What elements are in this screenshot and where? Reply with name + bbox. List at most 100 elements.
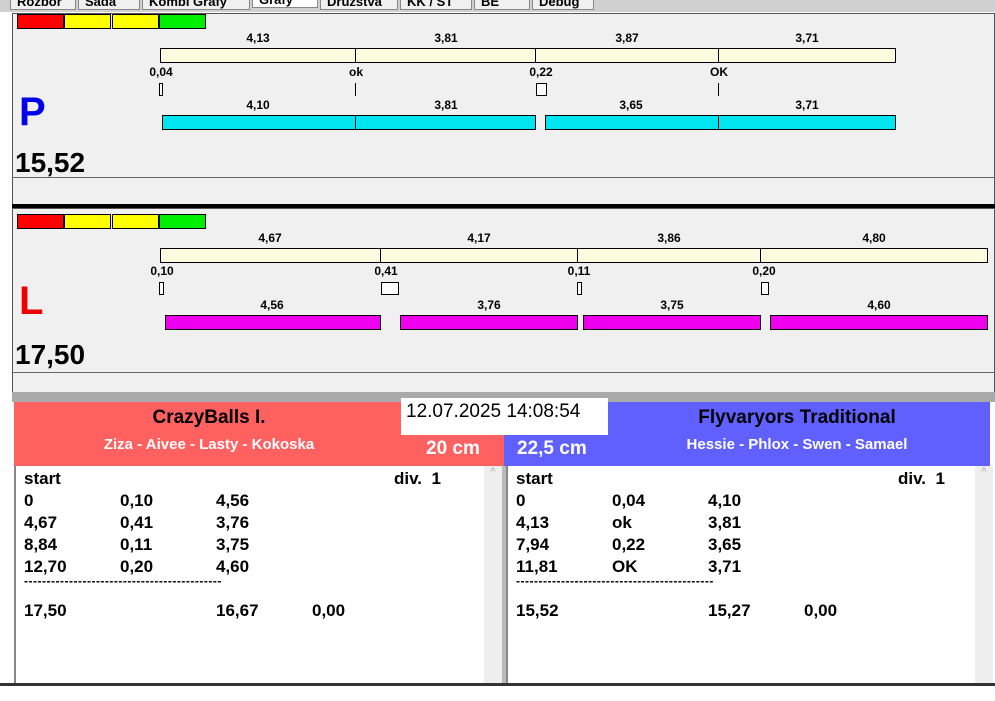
division: div. 1 bbox=[394, 469, 441, 488]
total: 17,50 bbox=[24, 601, 67, 620]
signal-green bbox=[159, 14, 206, 29]
top-segment bbox=[535, 48, 719, 63]
bottom-segment bbox=[165, 315, 381, 330]
bottom-segment bbox=[545, 115, 719, 130]
cell: 0,04 bbox=[612, 491, 646, 510]
p-panel: 4,13 3,81 3,87 3,71 0,04 ok 0,22 OK P 4,… bbox=[12, 13, 995, 205]
bottom-segment bbox=[770, 315, 988, 330]
tab-rozbor[interactable]: Rozbor bbox=[10, 0, 76, 10]
bottom-value: 3,81 bbox=[434, 98, 458, 112]
top-value: 4,80 bbox=[862, 231, 886, 245]
total: 16,67 bbox=[216, 601, 259, 620]
total: 15,27 bbox=[708, 601, 751, 620]
divider bbox=[13, 372, 995, 373]
gap-box bbox=[577, 282, 582, 295]
mid-value: 0,04 bbox=[149, 65, 173, 79]
gap-box bbox=[761, 282, 769, 295]
team-name: CrazyBalls I. bbox=[152, 407, 266, 428]
bottom-segment bbox=[583, 315, 761, 330]
signal-yellow bbox=[64, 214, 111, 229]
bottom-value: 4,60 bbox=[867, 298, 891, 312]
cell: 0 bbox=[516, 491, 526, 510]
right-team-log[interactable]: start div. 1 0 0,04 4,10 4,13 ok 3,81 7,94 0,… bbox=[506, 466, 993, 684]
total-score: 17,50 bbox=[15, 339, 86, 370]
separator: ----------------------------------------… bbox=[516, 574, 714, 588]
cell: 8,84 bbox=[24, 535, 58, 554]
tab-debug[interactable]: Debug bbox=[532, 0, 594, 10]
bottom-value: 3,65 bbox=[619, 98, 643, 112]
cell: 4,13 bbox=[516, 513, 550, 532]
tab-kombi-grafy[interactable]: Kombi Grafy bbox=[142, 0, 250, 10]
cell: 0,41 bbox=[120, 513, 154, 532]
cell: 3,65 bbox=[708, 535, 742, 554]
top-value: 4,17 bbox=[467, 231, 491, 245]
gap-box bbox=[381, 282, 399, 295]
total: 15,52 bbox=[516, 601, 559, 620]
signal-green bbox=[159, 214, 206, 229]
cell: 4,10 bbox=[708, 491, 742, 510]
total-score: 15,52 bbox=[15, 147, 86, 178]
cell: 3,75 bbox=[216, 535, 250, 554]
bottom-value: 4,10 bbox=[246, 98, 270, 112]
signal-yellow bbox=[112, 214, 159, 229]
tab-kk-st[interactable]: KK / ST bbox=[400, 0, 472, 10]
gap-box bbox=[536, 83, 547, 96]
mid-value: 0,20 bbox=[752, 264, 776, 278]
scrollbar[interactable]: ^ bbox=[484, 466, 502, 684]
team-players: Ziza - Aivee - Lasty - Kokoska bbox=[103, 436, 315, 453]
bottom-border bbox=[0, 683, 995, 686]
gap-tick bbox=[718, 83, 719, 96]
tab-druzstva[interactable]: Družstva bbox=[320, 0, 398, 10]
mid-value: OK bbox=[710, 65, 728, 79]
separator: ----------------------------------------… bbox=[24, 574, 222, 588]
left-team-log[interactable]: start div. 1 0 0,10 4,56 4,67 0,41 3,76 8,84… bbox=[14, 466, 502, 684]
player-letter: P bbox=[19, 90, 46, 134]
team-distance: 20 cm bbox=[426, 438, 480, 459]
cell: 4,67 bbox=[24, 513, 58, 532]
cell: 0,11 bbox=[120, 535, 153, 554]
bottom-value: 3,71 bbox=[795, 98, 819, 112]
bottom-value: 3,75 bbox=[660, 298, 684, 312]
log-header: start bbox=[516, 469, 553, 488]
top-value: 4,67 bbox=[258, 231, 282, 245]
gap-tick bbox=[355, 83, 356, 96]
mid-value: 0,11 bbox=[567, 264, 591, 278]
mid-value: 0,10 bbox=[150, 264, 174, 278]
scrollbar[interactable]: ^ bbox=[975, 466, 993, 684]
tab-be[interactable]: BE bbox=[474, 0, 530, 10]
mid-value: ok bbox=[348, 65, 364, 79]
top-value: 3,81 bbox=[434, 31, 458, 45]
bottom-segment bbox=[162, 115, 356, 130]
signal-yellow bbox=[64, 14, 111, 29]
team-name: Flyvaryors Traditional bbox=[698, 407, 896, 428]
cell: 3,81 bbox=[708, 513, 742, 532]
cell: ok bbox=[612, 513, 632, 532]
total: 0,00 bbox=[804, 601, 838, 620]
signal-red bbox=[17, 214, 64, 229]
bottom-segment bbox=[400, 315, 578, 330]
mid-value: 0,22 bbox=[529, 65, 553, 79]
tab-bar: Rozbor Sada Kombi Grafy Grafy Družstva K… bbox=[0, 0, 995, 12]
tab-sada[interactable]: Sada bbox=[78, 0, 140, 10]
gap-box bbox=[159, 282, 164, 295]
top-value: 3,86 bbox=[657, 231, 681, 245]
player-letter: L bbox=[19, 279, 44, 323]
team-distance: 22,5 cm bbox=[517, 438, 587, 459]
tab-grafy[interactable]: Grafy bbox=[252, 0, 318, 8]
log-header: start bbox=[24, 469, 61, 488]
cell: 3,76 bbox=[216, 513, 250, 532]
top-segment bbox=[355, 48, 536, 63]
cell: 4,56 bbox=[216, 491, 250, 510]
datetime: 12.07.2025 14:08:54 bbox=[401, 398, 608, 435]
gap-box bbox=[159, 83, 163, 96]
top-value: 4,13 bbox=[246, 31, 270, 45]
top-value: 3,71 bbox=[795, 31, 819, 45]
top-segment bbox=[380, 248, 578, 263]
top-segment bbox=[577, 248, 761, 263]
division: div. 1 bbox=[898, 469, 945, 488]
bottom-value: 3,76 bbox=[477, 298, 501, 312]
bottom-segment bbox=[355, 115, 536, 130]
team-players: Hessie - Phlox - Swen - Samael bbox=[686, 436, 908, 453]
mid-value: 0,41 bbox=[374, 264, 398, 278]
top-segment bbox=[160, 48, 356, 63]
